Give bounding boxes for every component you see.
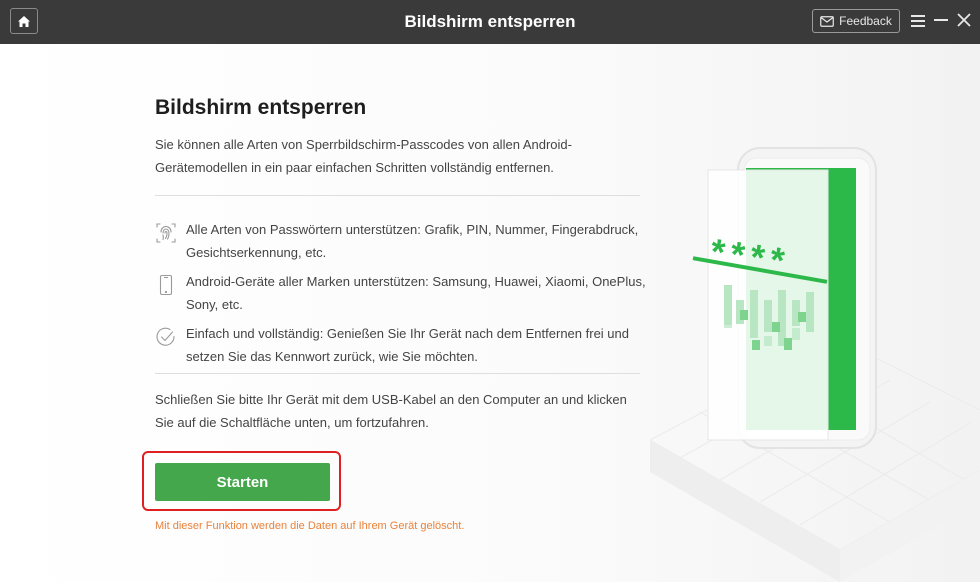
feature-text: Alle Arten von Passwörtern unterstützen:… bbox=[186, 222, 639, 260]
close-icon bbox=[957, 13, 971, 27]
page-heading: Bildshirm entsperren bbox=[155, 96, 367, 119]
start-button[interactable]: Starten bbox=[155, 463, 330, 501]
feedback-button[interactable]: Feedback bbox=[812, 9, 900, 33]
title-bar: Bildshirm entsperren Feedback bbox=[0, 0, 980, 44]
phone-unlock-illustration: **** bbox=[649, 147, 980, 582]
divider-top bbox=[155, 195, 640, 196]
feature-text: Android-Geräte aller Marken unterstützen… bbox=[186, 274, 646, 312]
minimize-button[interactable] bbox=[932, 11, 950, 31]
intro-text: Sie können alle Arten von Sperrbildschir… bbox=[155, 137, 572, 175]
mail-icon bbox=[820, 15, 834, 27]
feedback-label: Feedback bbox=[839, 14, 892, 28]
menu-button[interactable] bbox=[908, 11, 928, 31]
checkmark-circle-icon bbox=[156, 327, 175, 346]
feature-text: Einfach und vollständig: Genießen Sie Ih… bbox=[186, 326, 629, 364]
fingerprint-icon bbox=[156, 223, 176, 243]
close-button[interactable] bbox=[954, 11, 974, 31]
data-loss-warning: Mit dieser Funktion werden die Daten auf… bbox=[155, 520, 465, 532]
instruction-text: Schließen Sie bitte Ihr Gerät mit dem US… bbox=[155, 392, 627, 430]
menu-icon bbox=[911, 15, 925, 27]
divider-bottom bbox=[155, 373, 640, 374]
phone-icon bbox=[159, 274, 173, 296]
minimize-icon bbox=[934, 19, 948, 21]
